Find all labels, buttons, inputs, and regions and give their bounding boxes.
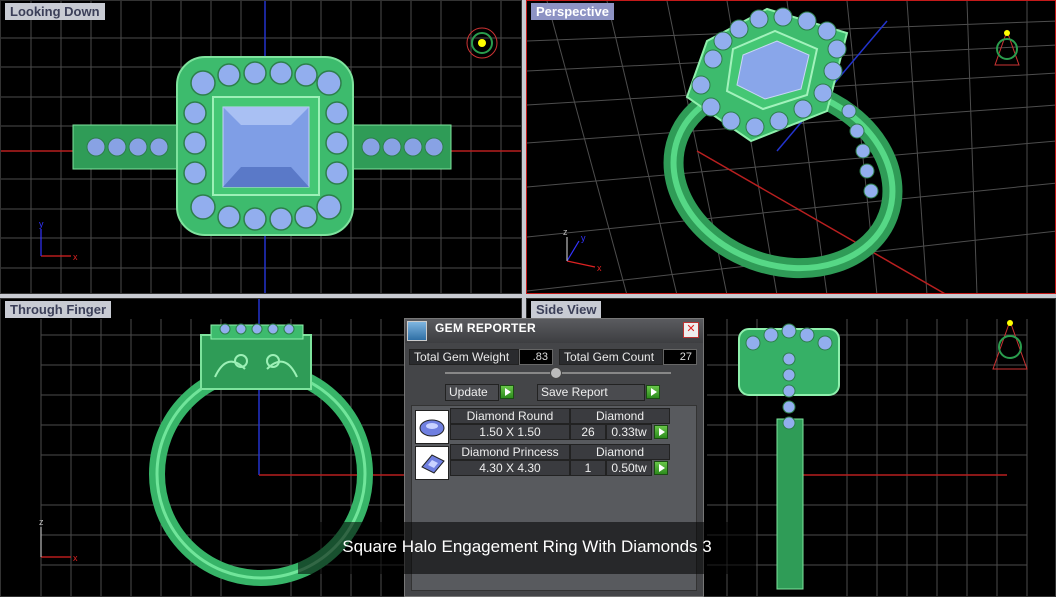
viewport-label: Looking Down — [5, 3, 105, 20]
gem-count: 1 — [570, 460, 606, 476]
view-cube-icon — [992, 319, 1028, 370]
panel-slider-handle[interactable] — [550, 367, 562, 379]
total-gem-count-value: 27 — [663, 349, 697, 365]
gem-details-go-icon[interactable] — [654, 425, 668, 439]
gem-reporter-title: GEM REPORTER — [435, 321, 536, 335]
save-report-button[interactable]: Save Report — [537, 384, 645, 401]
gem-name: Diamond Princess — [450, 444, 570, 460]
gem-name: Diamond Round — [450, 408, 570, 424]
viewport-looking-down[interactable]: Looking Down x y — [0, 0, 522, 294]
product-caption: Square Halo Engagement Ring With Diamond… — [298, 522, 756, 574]
update-button[interactable]: Update — [445, 384, 499, 401]
viewport-label: Through Finger — [5, 301, 112, 318]
update-go-icon[interactable] — [500, 385, 514, 399]
total-gem-weight-label: Total Gem Weight — [409, 349, 519, 365]
svg-text:z: z — [563, 227, 568, 237]
save-report-go-icon[interactable] — [646, 385, 660, 399]
gem-material: Diamond — [570, 408, 670, 424]
gem-size: 4.30 X 4.30 — [450, 460, 570, 476]
ring-perspective-view: x y z — [527, 1, 1055, 293]
viewport-label: Perspective — [531, 3, 614, 20]
viewport-label: Side View — [531, 301, 602, 318]
total-gem-weight-value: .83 — [519, 349, 553, 365]
svg-text:y: y — [581, 233, 586, 243]
gem-size: 1.50 X 1.50 — [450, 424, 570, 440]
svg-text:x: x — [73, 553, 78, 563]
gem-weight: 0.50tw — [606, 460, 652, 476]
viewport-perspective[interactable]: Perspective x y z — [526, 0, 1056, 294]
view-cube-icon — [466, 27, 498, 59]
round-gem-icon — [415, 410, 449, 444]
close-button[interactable]: ✕ — [683, 322, 699, 338]
svg-text:y: y — [39, 219, 44, 229]
gem-details-go-icon[interactable] — [654, 461, 668, 475]
gem-material: Diamond — [570, 444, 670, 460]
gem-weight: 0.33tw — [606, 424, 652, 440]
gem-reporter-title-bar[interactable]: GEM REPORTER ✕ — [405, 319, 703, 343]
svg-text:z: z — [39, 517, 44, 527]
gem-count: 26 — [570, 424, 606, 440]
princess-gem-icon — [415, 446, 449, 480]
svg-text:x: x — [597, 263, 602, 273]
svg-text:x: x — [73, 252, 78, 262]
gem-reporter-app-icon — [407, 321, 427, 341]
total-gem-count-label: Total Gem Count — [559, 349, 663, 365]
ring-top-view: x y — [1, 1, 521, 293]
